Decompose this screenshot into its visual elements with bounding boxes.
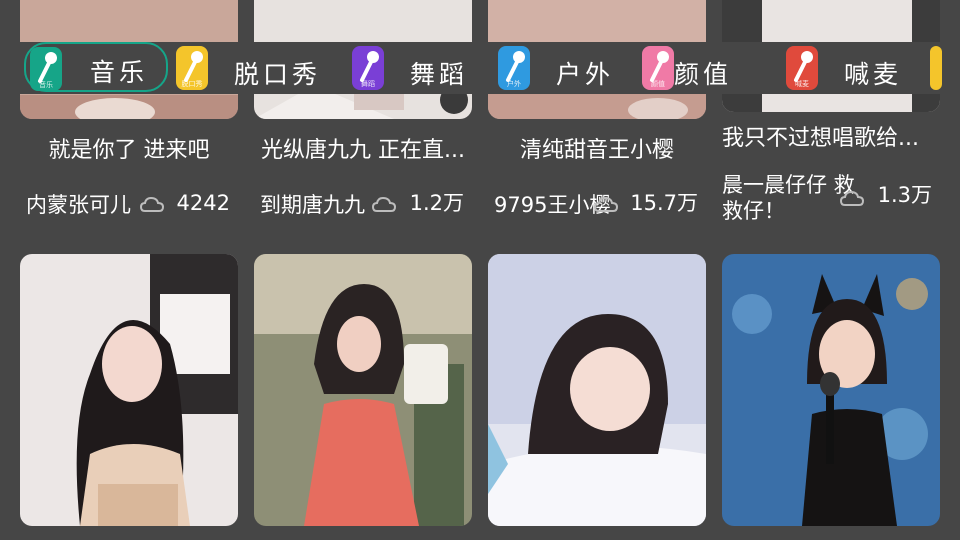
room-title: 我只不过想唱歌给... <box>722 126 919 151</box>
viewer-count: 1.2万 <box>409 191 464 215</box>
tab-label: 颜值 <box>674 60 733 89</box>
room-thumbnail <box>488 254 706 526</box>
room-thumbnail <box>722 254 940 526</box>
tab-beauty[interactable]: 颜值 颜值 <box>642 44 772 92</box>
viewers-cloud-icon <box>593 194 619 216</box>
microphone-icon: 颜值 <box>642 46 674 90</box>
room-meta: 内蒙张可儿 4242 <box>20 190 238 220</box>
room-meta: 晨一晨仔仔 救救仔！ 1.3万 <box>722 172 940 232</box>
microphone-icon <box>930 46 942 90</box>
streamer-name: 到期唐九九 <box>260 193 365 217</box>
microphone-icon: 舞蹈 <box>352 46 384 90</box>
room-meta: 9795王小樱 15.7万 <box>488 190 706 220</box>
tab-shout-mic[interactable]: 喊麦 喊麦 <box>786 44 916 92</box>
room-card[interactable] <box>488 254 706 526</box>
tab-icon-caption: 舞蹈 <box>361 80 375 88</box>
microphone-icon: 喊麦 <box>786 46 818 90</box>
tab-icon-caption: 颜值 <box>651 80 665 88</box>
room-thumbnail <box>20 254 238 526</box>
tab-music[interactable]: 音乐 音乐 <box>24 42 168 92</box>
tab-label: 户外 <box>556 60 615 89</box>
room-card[interactable] <box>254 254 472 526</box>
tab-icon-caption: 脱口秀 <box>181 80 203 88</box>
viewer-count: 1.3万 <box>877 183 932 207</box>
tab-icon-caption: 户外 <box>507 80 521 88</box>
tab-talk-show[interactable]: 脱口秀 脱口秀 <box>176 44 326 92</box>
microphone-icon: 户外 <box>498 46 530 90</box>
tab-icon-caption: 音乐 <box>39 81 53 89</box>
microphone-icon: 音乐 <box>30 47 62 91</box>
microphone-icon: 脱口秀 <box>176 46 208 90</box>
tab-label: 喊麦 <box>844 60 903 89</box>
tab-label: 脱口秀 <box>234 60 322 89</box>
room-card[interactable] <box>722 254 940 526</box>
room-meta: 到期唐九九 1.2万 <box>254 190 472 220</box>
viewers-cloud-icon <box>139 194 165 216</box>
streamer-name: 9795王小樱 <box>494 193 611 217</box>
tab-icon-caption: 喊麦 <box>795 80 809 88</box>
tab-dance[interactable]: 舞蹈 舞蹈 <box>352 44 482 92</box>
tab-label: 音乐 <box>90 58 149 87</box>
room-title: 就是你了 进来吧 <box>48 138 210 163</box>
room-title: 清纯甜音王小樱 <box>519 138 674 163</box>
room-thumbnail <box>254 254 472 526</box>
viewers-cloud-icon <box>839 188 865 210</box>
tab-outdoor[interactable]: 户外 户外 <box>498 44 628 92</box>
streamer-name: 内蒙张可儿 <box>26 193 131 217</box>
room-card[interactable] <box>20 254 238 526</box>
live-room-grid-screen: 就是你了 进来吧 内蒙张可儿 4242 光纵唐九九 正在直... 到期唐九九 1… <box>0 0 960 540</box>
category-tab-bar: 音乐 音乐 脱口秀 脱口秀 舞蹈 舞蹈 户外 户外 颜值 颜值 喊麦 喊麦 <box>0 42 960 94</box>
room-title: 光纵唐九九 正在直... <box>261 138 465 163</box>
viewers-cloud-icon <box>371 194 397 216</box>
tab-more-partial[interactable] <box>930 44 960 92</box>
viewer-count: 4242 <box>176 191 230 215</box>
tab-label: 舞蹈 <box>410 60 469 89</box>
viewer-count: 15.7万 <box>630 191 698 215</box>
